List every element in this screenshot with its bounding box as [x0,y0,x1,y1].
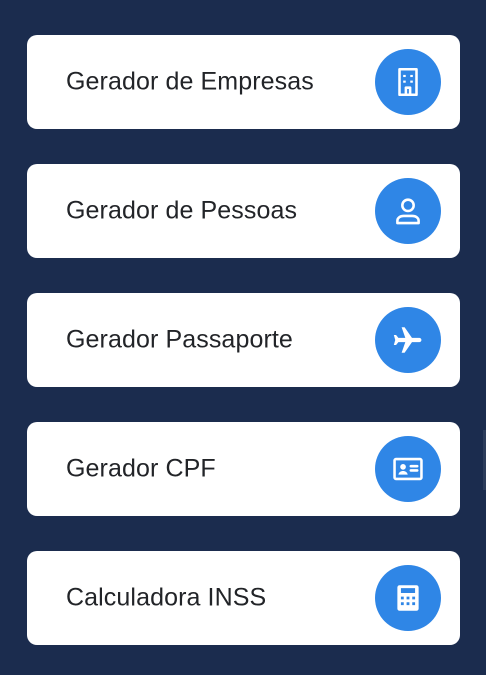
card-label: Gerador CPF [66,454,216,483]
card-gerador-cpf[interactable]: Gerador CPF [27,422,460,516]
generator-list: Gerador de Empresas Gerador de Pessoas G… [27,35,460,645]
card-gerador-empresas[interactable]: Gerador de Empresas [27,35,460,129]
card-label: Calculadora INSS [66,583,267,612]
card-gerador-passaporte[interactable]: Gerador Passaporte [27,293,460,387]
card-calculadora-inss[interactable]: Calculadora INSS [27,551,460,645]
person-icon [375,178,441,244]
card-label: Gerador de Empresas [66,67,314,96]
card-label: Gerador Passaporte [66,325,293,354]
card-gerador-pessoas[interactable]: Gerador de Pessoas [27,164,460,258]
card-label: Gerador de Pessoas [66,196,298,225]
id-card-icon [375,436,441,502]
calculator-icon [375,565,441,631]
airplane-icon [375,307,441,373]
building-icon [375,49,441,115]
